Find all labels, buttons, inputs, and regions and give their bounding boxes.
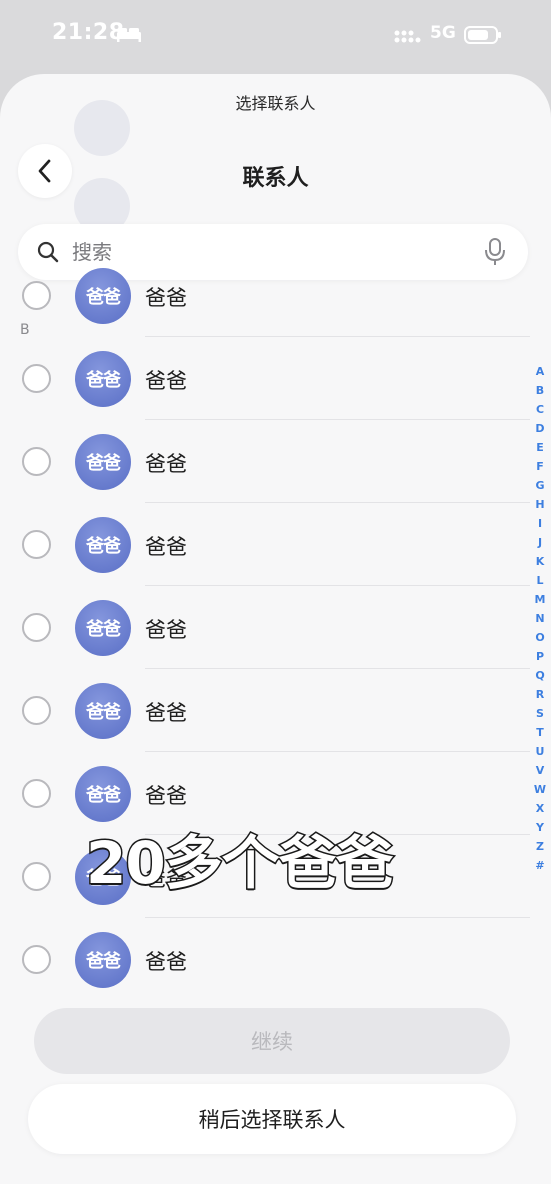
select-checkbox[interactable]	[22, 530, 51, 559]
select-later-button[interactable]: 稍后选择联系人	[28, 1084, 516, 1154]
avatar: 爸爸	[75, 268, 131, 324]
index-letter-d[interactable]: D	[535, 419, 544, 438]
contact-row[interactable]: 爸爸 爸爸	[0, 918, 530, 1001]
contact-row[interactable]: 爸爸 爸爸	[0, 669, 530, 752]
sleep-mode-icon	[116, 26, 142, 46]
contact-name: 爸爸	[145, 286, 187, 310]
battery-icon	[464, 25, 502, 49]
select-checkbox[interactable]	[22, 779, 51, 808]
index-letter-c[interactable]: C	[536, 400, 544, 419]
avatar: 爸爸	[75, 683, 131, 739]
index-letter-k[interactable]: K	[536, 552, 545, 571]
index-letter-j[interactable]: J	[538, 533, 542, 552]
index-letter-y[interactable]: Y	[536, 818, 544, 837]
status-bar: 21:28 5G	[0, 0, 551, 70]
contact-name: 爸爸	[145, 452, 187, 476]
contact-picker-sheet: 选择联系人 联系人 爸爸 爸爸 B 爸爸 爸爸 爸爸 爸爸	[0, 74, 551, 1184]
avatar: 爸爸	[75, 932, 131, 988]
index-letter-z[interactable]: Z	[536, 837, 544, 856]
index-letter-t[interactable]: T	[536, 723, 544, 742]
index-letter-m[interactable]: M	[535, 590, 546, 609]
contact-name: 爸爸	[145, 950, 187, 974]
index-letter-p[interactable]: P	[536, 647, 544, 666]
contact-row[interactable]: 爸爸 爸爸	[0, 337, 530, 420]
index-letter-q[interactable]: Q	[535, 666, 544, 685]
continue-button[interactable]: 继续	[34, 1008, 510, 1074]
index-letter-n[interactable]: N	[535, 609, 544, 628]
select-checkbox[interactable]	[22, 696, 51, 725]
index-letter-f[interactable]: F	[536, 457, 544, 476]
select-checkbox[interactable]	[22, 945, 51, 974]
index-letter-hash[interactable]: #	[535, 856, 544, 875]
contact-name: 爸爸	[145, 701, 187, 725]
index-letter-o[interactable]: O	[535, 628, 544, 647]
index-letter-x[interactable]: X	[536, 799, 544, 818]
index-letter-a[interactable]: A	[536, 362, 545, 381]
select-checkbox[interactable]	[22, 281, 51, 310]
index-letter-l[interactable]: L	[536, 571, 543, 590]
contact-row[interactable]: 爸爸 爸爸	[0, 586, 530, 669]
contact-row[interactable]: 爸爸 爸爸	[0, 420, 530, 503]
avatar: 爸爸	[75, 766, 131, 822]
index-letter-e[interactable]: E	[536, 438, 544, 457]
contact-name: 爸爸	[145, 535, 187, 559]
status-time: 21:28	[52, 20, 125, 45]
index-letter-g[interactable]: G	[535, 476, 544, 495]
index-letter-b[interactable]: B	[536, 381, 544, 400]
ghost-contact-row	[74, 100, 134, 156]
index-letter-h[interactable]: H	[535, 495, 544, 514]
index-letter-v[interactable]: V	[536, 761, 545, 780]
signal-icon	[394, 28, 424, 48]
contact-name: 爸爸	[145, 618, 187, 642]
select-checkbox[interactable]	[22, 447, 51, 476]
avatar: 爸爸	[75, 517, 131, 573]
contact-name: 爸爸	[145, 784, 187, 808]
index-letter-u[interactable]: U	[536, 742, 545, 761]
index-letter-s[interactable]: S	[536, 704, 544, 723]
contact-name: 爸爸	[145, 369, 187, 393]
select-checkbox[interactable]	[22, 613, 51, 642]
select-checkbox[interactable]	[22, 862, 51, 891]
index-letter-w[interactable]: W	[534, 780, 546, 799]
section-header: B	[20, 322, 30, 338]
avatar: 爸爸	[75, 434, 131, 490]
index-letter-i[interactable]: I	[538, 514, 542, 533]
network-type-label: 5G	[430, 23, 456, 43]
contact-row[interactable]: 爸爸 爸爸	[0, 503, 530, 586]
avatar: 爸爸	[75, 351, 131, 407]
alphabet-index[interactable]: A B C D E F G H I J K L M N O P Q R S T …	[532, 362, 548, 875]
page-title: 联系人	[242, 166, 309, 191]
video-caption: 20多个爸爸	[85, 828, 396, 899]
index-letter-r[interactable]: R	[536, 685, 544, 704]
contact-row[interactable]: 爸爸 爸爸	[0, 254, 530, 337]
select-checkbox[interactable]	[22, 364, 51, 393]
avatar: 爸爸	[75, 600, 131, 656]
ghost-avatar	[74, 100, 130, 156]
